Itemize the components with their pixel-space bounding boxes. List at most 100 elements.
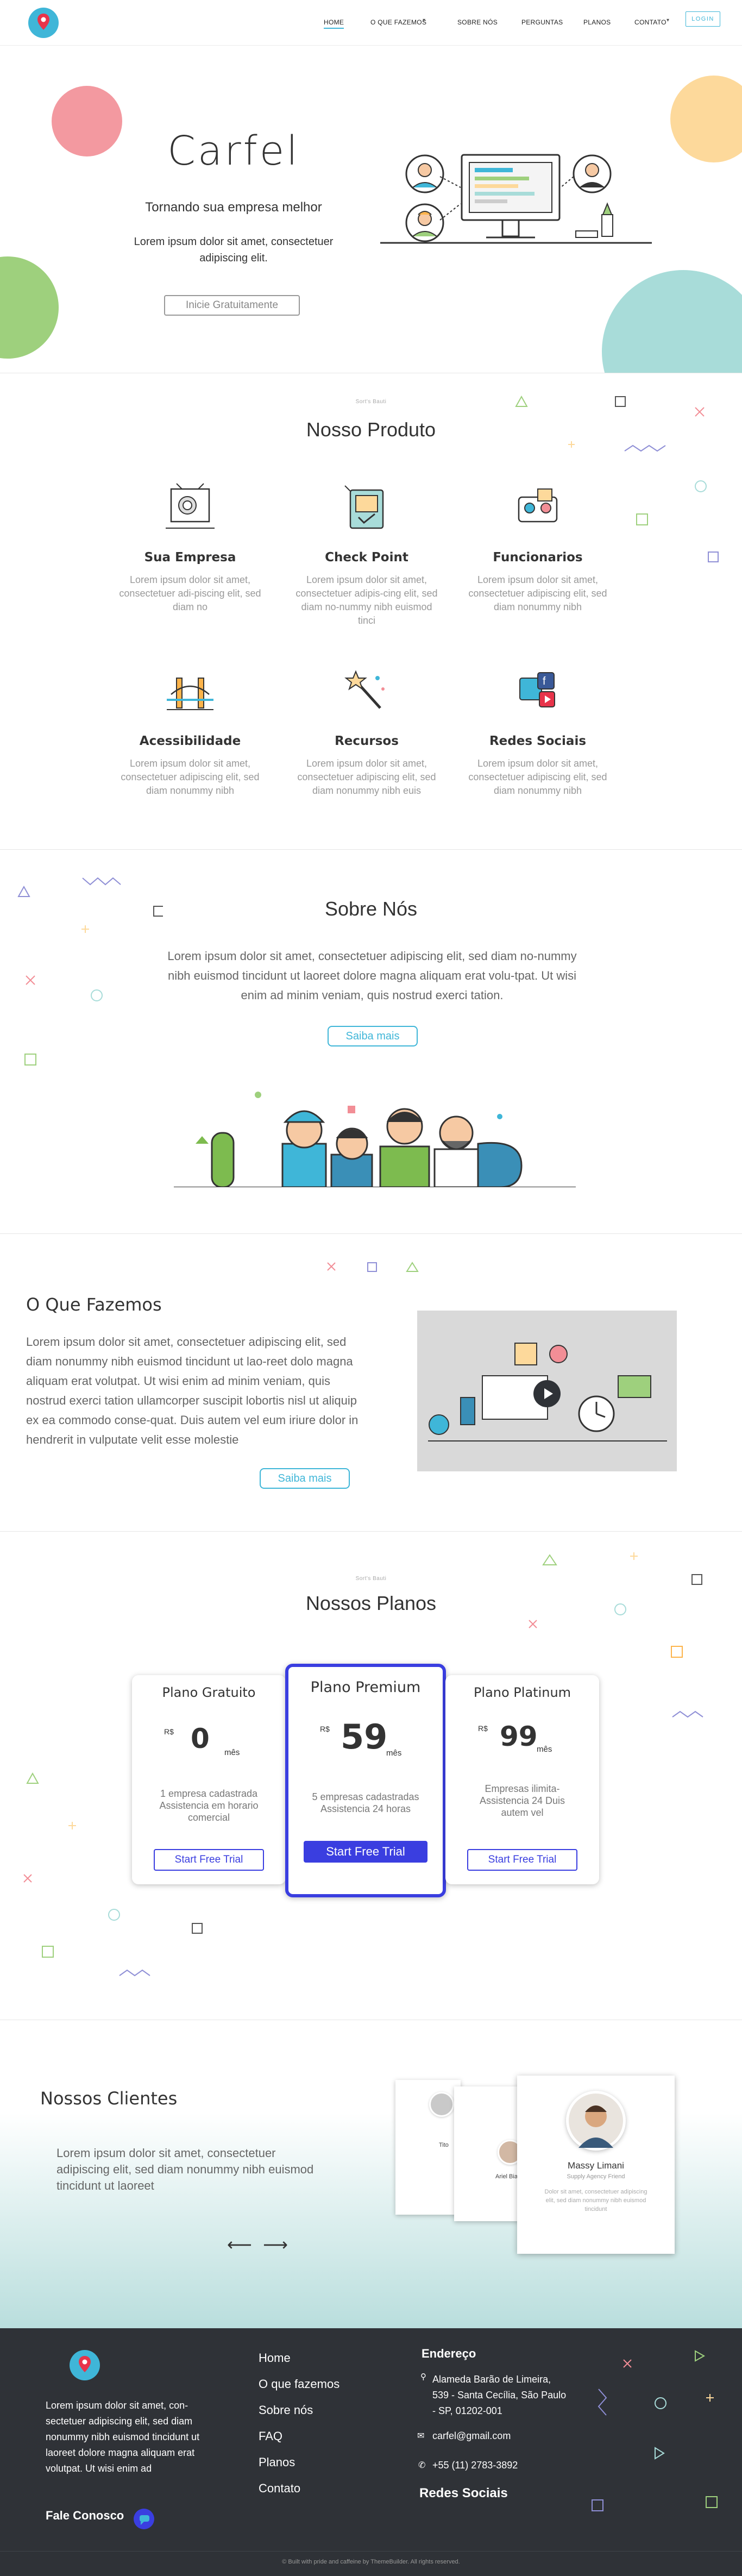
start-free-button[interactable]: Inicie Gratuitamente: [164, 295, 300, 316]
sobre-text: Lorem ipsum dolor sit amet, consectetuer…: [167, 949, 577, 1002]
nav-home[interactable]: HOME: [324, 18, 344, 29]
footer-logo[interactable]: [70, 2350, 100, 2380]
feature-acessibilidade: Acessibilidade Lorem ipsum dolor sit ame…: [117, 662, 263, 798]
feature-title: Recursos: [335, 734, 399, 748]
hero-description: Lorem ipsum dolor sit amet, consectetuer…: [134, 236, 334, 264]
plan-currency: R$: [478, 1724, 488, 1733]
redes-sociais-title: Redes Sociais: [419, 2486, 508, 2500]
play-icon: [544, 1388, 553, 1399]
chevron-down-icon: ▾: [666, 17, 670, 23]
team-illustration: [174, 1092, 576, 1187]
endereco-title: Endereço: [422, 2347, 476, 2360]
plan-features: Empresas ilimita-Assistencia 24 Duis aut…: [479, 1783, 565, 1818]
chat-bubble-icon: [140, 2515, 149, 2525]
feature-text: Lorem ipsum dolor sit amet, consectetuer…: [295, 574, 438, 626]
plan-period: mês: [537, 1745, 552, 1754]
section-divider: [0, 849, 742, 850]
plan-name: Plano Platinum: [473, 1685, 571, 1700]
nav-o-que-fazemos[interactable]: O QUE FAZEMOS: [370, 18, 426, 26]
testimonial-name: Ariel Bia: [495, 2173, 518, 2180]
feature-recursos: Recursos Lorem ipsum dolor sit amet, con…: [293, 662, 440, 798]
plan-period: mês: [224, 1748, 240, 1757]
footer-phone[interactable]: +55 (11) 2783-3892: [432, 2460, 518, 2471]
nav-perguntas[interactable]: PERGUNTAS: [521, 18, 563, 26]
feature-text: Lorem ipsum dolor sit amet, consectetuer…: [119, 574, 261, 612]
hero-subtitle: Tornando sua empresa melhor: [145, 200, 322, 215]
testimonial-role: Supply Agency Friend: [567, 2173, 625, 2180]
feature-sua-empresa: Sua Empresa Lorem ipsum dolor sit amet, …: [117, 478, 263, 614]
footer-email[interactable]: carfel@gmail.com: [432, 2430, 511, 2442]
plan-card-platinum: Plano Platinum R$ 99 mês Empresas ilimit…: [445, 1675, 599, 1884]
feature-title: Redes Sociais: [489, 734, 587, 748]
footer-link-sobre-nos[interactable]: Sobre nós: [259, 2403, 313, 2417]
footer-link-home[interactable]: Home: [259, 2351, 291, 2365]
map-pin-icon: [37, 14, 49, 30]
arrow-left-icon[interactable]: ⟵: [227, 2234, 252, 2255]
logo[interactable]: [28, 8, 59, 38]
testimonial-name: Massy Limani: [568, 2160, 624, 2171]
arrow-right-icon[interactable]: ⟶: [263, 2234, 288, 2255]
testimonial-name: Tito: [439, 2142, 449, 2148]
footer-about: Lorem ipsum dolor sit amet, con-sectetue…: [46, 2400, 200, 2474]
phone-icon: ✆: [418, 2461, 426, 2470]
footer-link-faq[interactable]: FAQ: [259, 2429, 282, 2443]
fazemos-title: O Que Fazemos: [26, 1294, 162, 1315]
footer-address: Alameda Barão de Limeira, 539 - Santa Ce…: [432, 2374, 567, 2416]
plan-period: mês: [386, 1748, 402, 1758]
footer-link-contato[interactable]: Contato: [259, 2481, 300, 2496]
plan-price: 99: [500, 1721, 538, 1752]
location-icon: ⚲: [420, 2372, 426, 2381]
section-divider: [0, 1531, 742, 1532]
feature-funcionarios: Funcionarios Lorem ipsum dolor sit amet,…: [464, 478, 611, 614]
feature-text: Lorem ipsum dolor sit amet, consectetuer…: [121, 758, 260, 796]
clientes-title: Nossos Clientes: [40, 2088, 178, 2109]
testimonial-card-middle: Ariel Bia: [454, 2086, 523, 2221]
clientes-text: Lorem ipsum dolor sit amet, consectetuer…: [56, 2146, 314, 2192]
footer: Lorem ipsum dolor sit amet, con-sectetue…: [0, 2328, 742, 2576]
fazemos-saiba-mais-button[interactable]: Saiba mais: [260, 1468, 350, 1489]
footer-link-o-que-fazemos[interactable]: O que fazemos: [259, 2377, 339, 2391]
dashboard-illustration: [380, 154, 652, 244]
sobre-saiba-mais-button[interactable]: Saiba mais: [328, 1026, 418, 1046]
nav-sobre-nos[interactable]: SOBRE NÓS: [457, 18, 498, 26]
footer-decor-shapes: [592, 2350, 718, 2511]
planos-kicker: Sort's Bauti: [355, 1576, 387, 1582]
nav-planos[interactable]: PLANOS: [583, 18, 611, 26]
social-network-icon: f: [519, 672, 555, 707]
mail-icon: ✉: [417, 2431, 425, 2441]
nav-contato[interactable]: CONTATO: [634, 18, 666, 26]
plan-name: Plano Gratuito: [162, 1685, 256, 1700]
play-button[interactable]: [533, 1380, 561, 1407]
fazemos-text: Lorem ipsum dolor sit amet, consectetuer…: [26, 1335, 359, 1446]
magic-wand-icon: [344, 670, 385, 709]
plan-currency: R$: [164, 1727, 174, 1736]
login-button[interactable]: LOGIN: [686, 11, 720, 27]
plan-price: 59: [341, 1717, 388, 1757]
chat-icon[interactable]: [134, 2509, 154, 2529]
decor-circle-pink: [52, 86, 122, 156]
feature-check-point: Check Point Lorem ipsum dolor sit amet, …: [293, 478, 440, 628]
video-thumbnail[interactable]: [417, 1311, 677, 1471]
avatar: [429, 2092, 454, 2117]
bridge-icon: [167, 678, 213, 710]
start-free-trial-button[interactable]: Start Free Trial: [467, 1849, 577, 1871]
feature-text: Lorem ipsum dolor sit amet, consectetuer…: [468, 574, 607, 612]
sobre-title: Sobre Nós: [324, 898, 418, 920]
fale-conosco-link[interactable]: Fale Conosco: [46, 2509, 124, 2523]
top-nav: HOME O QUE FAZEMOS ▾ SOBRE NÓS PERGUNTAS…: [0, 0, 742, 46]
map-pin-icon: [79, 2356, 91, 2372]
plan-name: Plano Premium: [310, 1679, 421, 1696]
plan-features: 5 empresas cadastradas Assistencia 24 ho…: [312, 1791, 419, 1814]
avatar: [566, 2091, 626, 2151]
start-free-trial-button[interactable]: Start Free Trial: [304, 1841, 427, 1863]
planos-title: Nossos Planos: [305, 1592, 437, 1614]
feature-text: Lorem ipsum dolor sit amet, consectetuer…: [297, 758, 436, 796]
testimonial-card: Massy Limani Supply Agency Friend Dolor …: [517, 2076, 675, 2254]
feature-title: Sua Empresa: [144, 550, 236, 565]
footer-link-planos[interactable]: Planos: [259, 2455, 295, 2470]
feature-redes-sociais: f Redes Sociais Lorem ipsum dolor sit am…: [464, 662, 611, 798]
start-free-trial-button[interactable]: Start Free Trial: [154, 1849, 264, 1871]
plan-currency: R$: [320, 1725, 330, 1733]
svg-text:f: f: [543, 675, 546, 687]
footer-divider: [0, 2551, 742, 2552]
